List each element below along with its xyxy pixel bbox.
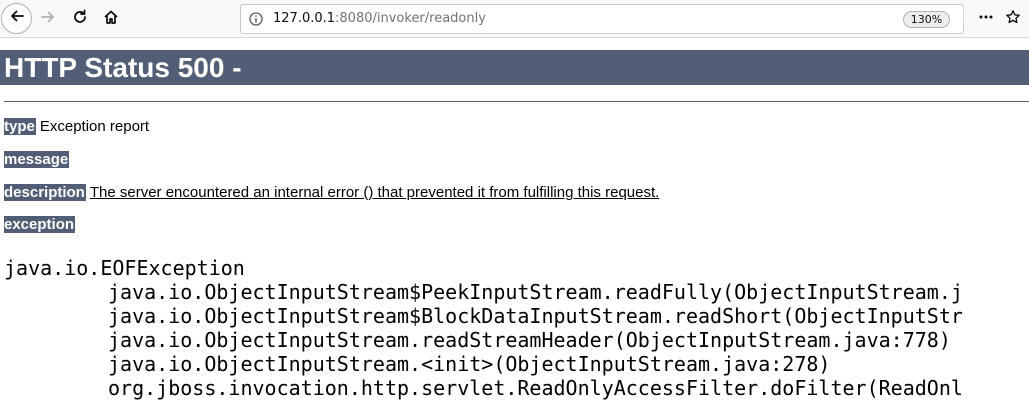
bookmark-button[interactable] <box>999 5 1027 33</box>
exception-label: exception <box>4 216 76 233</box>
star-icon <box>1005 9 1021 30</box>
arrow-left-icon <box>9 8 25 29</box>
message-row: message <box>4 151 70 169</box>
zoom-level-badge[interactable]: 130% <box>903 11 950 28</box>
home-button[interactable] <box>97 5 125 33</box>
info-icon[interactable] <box>249 12 263 26</box>
browser-toolbar: 127.0.0.1:8080/invoker/readonly 130% <box>0 0 1029 38</box>
url-path: :8080/invoker/readonly <box>335 11 486 26</box>
page-actions-button[interactable] <box>972 5 1000 33</box>
stack-trace-line: java.io.ObjectInputStream$PeekInputStrea… <box>108 280 963 304</box>
exception-row: exception <box>4 216 76 234</box>
more-dots-icon <box>978 9 994 30</box>
stack-trace-line: java.io.ObjectInputStream.readStreamHead… <box>108 328 951 352</box>
description-label: description <box>4 184 86 201</box>
reload-button[interactable] <box>66 5 94 33</box>
stack-trace-line: java.io.ObjectInputStream.<init>(ObjectI… <box>108 352 831 376</box>
reload-icon <box>72 9 88 30</box>
home-icon <box>103 9 119 30</box>
forward-button[interactable] <box>34 5 62 33</box>
url-text[interactable]: 127.0.0.1:8080/invoker/readonly <box>273 11 486 26</box>
address-bar[interactable]: 127.0.0.1:8080/invoker/readonly 130% <box>240 4 964 34</box>
stack-trace: java.io.EOFException java.io.ObjectInputS… <box>4 256 1029 400</box>
description-value: The server encountered an internal error… <box>89 184 660 201</box>
stack-trace-line: java.io.ObjectInputStream$BlockDataInput… <box>108 304 963 328</box>
type-row: type Exception report <box>4 118 149 136</box>
divider <box>4 101 1029 102</box>
url-host: 127.0.0.1 <box>273 11 336 26</box>
stack-trace-line: java.io.EOFException <box>4 256 245 280</box>
page-title: HTTP Status 500 - <box>0 50 1029 85</box>
stack-trace-line: org.jboss.invocation.http.servlet.ReadOn… <box>108 376 963 400</box>
type-value: Exception report <box>39 118 150 135</box>
type-label: type <box>4 118 36 135</box>
toolbar-divider <box>963 9 964 29</box>
message-label: message <box>4 151 70 168</box>
arrow-right-icon <box>40 9 56 30</box>
back-button[interactable] <box>1 3 32 34</box>
description-row: description The server encountered an int… <box>4 184 659 202</box>
